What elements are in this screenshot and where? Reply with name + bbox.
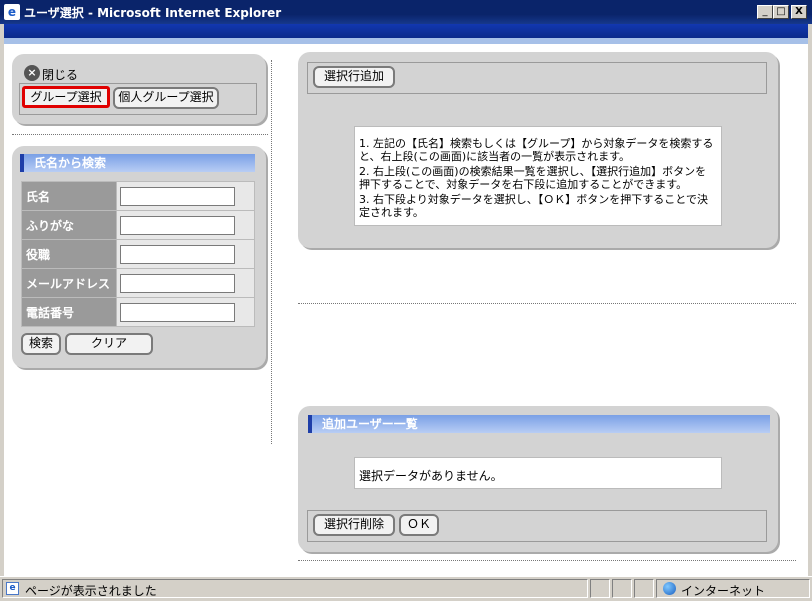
divider (12, 134, 268, 135)
tab-panel: × 閉じる グループ選択 個人グループ選択 (12, 54, 266, 124)
divider (298, 560, 796, 561)
instructions-box: 1. 左記の【氏名】検索もしくは【グループ】から対象データを検索すると、右上段(… (354, 126, 722, 226)
status-segment (634, 579, 654, 598)
window-titlebar: e ユーザ選択 - Microsoft Internet Explorer _ … (0, 0, 812, 24)
divider (298, 303, 796, 304)
position-input[interactable] (120, 244, 235, 264)
furigana-input[interactable] (120, 215, 235, 235)
form-row-name: 氏名 (21, 181, 255, 211)
page-top-banner-stripe (4, 38, 808, 44)
instruction-3: 3. 右下段より対象データを選択し、【ＯＫ】ボタンを押下することで決定されます。 (359, 193, 708, 219)
form-row-email: メールアドレス (21, 268, 255, 298)
statusbar: e ページが表示されました インターネット (0, 576, 812, 601)
page-icon: e (6, 582, 19, 595)
search-button[interactable]: 検索 (21, 333, 61, 355)
status-message: ページが表示されました (25, 584, 157, 598)
added-users-panel: 追加ユーザー一覧 選択データがありません。 選択行削除 ＯＫ (298, 406, 778, 552)
window-title: ユーザ選択 - Microsoft Internet Explorer (24, 6, 282, 20)
add-selected-row-button[interactable]: 選択行追加 (313, 66, 395, 88)
search-results-panel: 選択行追加 1. 左記の【氏名】検索もしくは【グループ】から対象データを検索する… (298, 52, 778, 248)
clear-button[interactable]: クリア (65, 333, 153, 355)
instruction-1: 1. 左記の【氏名】検索もしくは【グループ】から対象データを検索すると、右上段(… (359, 137, 714, 163)
zone-segment: インターネット (656, 579, 810, 598)
email-input[interactable] (120, 273, 235, 293)
status-message-segment: e ページが表示されました (2, 579, 588, 598)
close-window-button[interactable]: X (791, 5, 807, 19)
name-input[interactable] (120, 186, 235, 206)
page-top-banner (4, 24, 808, 38)
phone-label: 電話番号 (21, 297, 117, 327)
ie-icon: e (4, 4, 20, 20)
close-link[interactable]: 閉じる (42, 66, 78, 83)
delete-selected-row-button[interactable]: 選択行削除 (313, 514, 395, 536)
zone-label: インターネット (681, 584, 766, 598)
added-users-header: 追加ユーザー一覧 (308, 415, 770, 433)
status-segment (590, 579, 610, 598)
minimize-button[interactable]: _ (757, 5, 773, 19)
form-row-phone: 電話番号 (21, 297, 255, 327)
search-form-table: 氏名 ふりがな 役職 メールアドレス 電話番号 (21, 181, 255, 327)
empty-message: 選択データがありません。 (354, 457, 722, 489)
maximize-button[interactable]: □ (773, 5, 789, 19)
position-label: 役職 (21, 239, 117, 269)
email-label: メールアドレス (21, 268, 117, 298)
name-label: 氏名 (21, 181, 117, 211)
phone-input[interactable] (120, 302, 235, 322)
status-segment (612, 579, 632, 598)
globe-icon (663, 582, 676, 595)
column-divider (271, 60, 272, 444)
tab-personal-group-select[interactable]: 個人グループ選択 (113, 87, 219, 109)
search-panel: 氏名から検索 氏名 ふりがな 役職 メールアドレス 電話番号 検索 クリア (12, 146, 266, 368)
search-panel-header: 氏名から検索 (20, 154, 255, 172)
form-row-furigana: ふりがな (21, 210, 255, 240)
instruction-2: 2. 右上段(この画面)の検索結果一覧を選択し、【選択行追加】ボタンを押下するこ… (359, 165, 707, 191)
tab-group-select[interactable]: グループ選択 (22, 86, 110, 108)
ok-button[interactable]: ＯＫ (399, 514, 439, 536)
furigana-label: ふりがな (21, 210, 117, 240)
close-circle-icon[interactable]: × (24, 65, 40, 81)
form-row-position: 役職 (21, 239, 255, 269)
